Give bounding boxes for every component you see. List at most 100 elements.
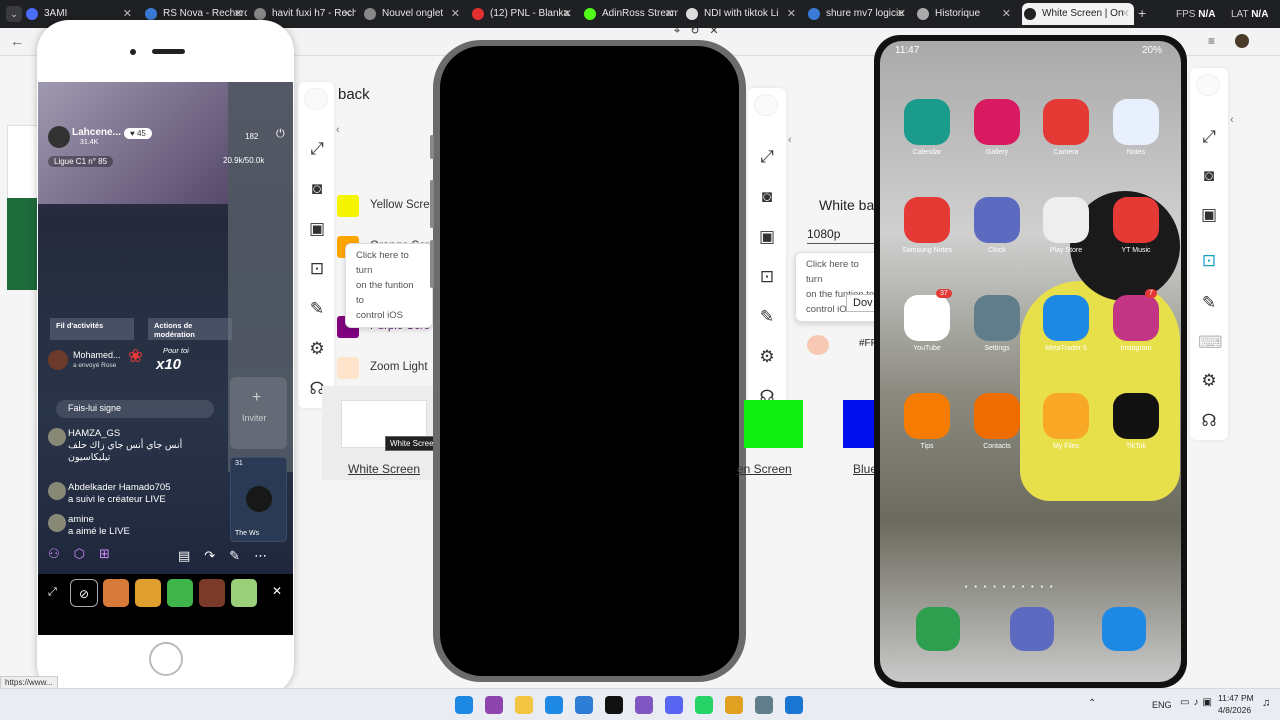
taskbar-app-icon[interactable] (575, 696, 593, 714)
tab-close-icon[interactable]: ✕ (1121, 3, 1130, 25)
taskbar-app-icon[interactable] (545, 696, 563, 714)
effect-thumb[interactable] (135, 579, 161, 607)
app-icon[interactable] (974, 99, 1020, 145)
tray-time[interactable]: 11:47 PM (1218, 693, 1254, 703)
hearts-badge[interactable]: ♥ 45 (124, 128, 152, 139)
profile-avatar[interactable] (1235, 34, 1249, 48)
video-camera-icon[interactable]: ▣ (756, 226, 778, 248)
dock-app-icon[interactable] (1102, 607, 1146, 651)
app-icon[interactable] (974, 197, 1020, 243)
white-screen-link[interactable]: White Screen (348, 462, 420, 476)
app-icon[interactable] (1043, 99, 1089, 145)
tab-close-icon[interactable]: ✕ (665, 3, 674, 25)
taskbar-app-icon[interactable] (755, 696, 773, 714)
resolution-select[interactable]: 1080p (807, 227, 877, 244)
app-icon[interactable] (904, 99, 950, 145)
cam-tile[interactable]: 31 The Ws (230, 457, 287, 542)
browser-tab[interactable]: White Screen | On ✕ (1022, 3, 1134, 25)
collapse-chevron-icon[interactable]: ‹ (1230, 114, 1234, 126)
browser-tab[interactable]: Historique ✕ (915, 3, 1015, 25)
back-arrow-icon[interactable]: ← (10, 33, 24, 49)
tray-date[interactable]: 4/8/2026 (1218, 705, 1251, 715)
invite-tile[interactable]: + Inviter (230, 377, 287, 449)
app-icon[interactable] (1043, 393, 1089, 439)
video-camera-icon[interactable]: ▣ (1198, 204, 1220, 226)
host-avatar[interactable] (48, 126, 70, 148)
collapse-chevron-icon[interactable]: ‹ (788, 134, 792, 146)
tab-close-icon[interactable]: ✕ (787, 3, 796, 25)
app-icon[interactable] (904, 295, 950, 341)
camera-icon[interactable]: ◙ (756, 186, 778, 208)
app-icon[interactable] (1113, 99, 1159, 145)
iphone-home-button[interactable] (149, 642, 183, 676)
extensions-icon[interactable]: ≡ (1208, 34, 1215, 48)
panel-activity[interactable]: Fil d'activités (50, 318, 134, 340)
green-screen-link[interactable]: en Screen (737, 462, 792, 476)
taskbar-app-icon[interactable] (725, 696, 743, 714)
brush-icon[interactable]: ✎ (1198, 292, 1220, 314)
tray-icons[interactable]: ▭♪▣ (1180, 697, 1216, 708)
brush-icon[interactable]: ✎ (306, 298, 328, 320)
browser-tab[interactable]: NDI with tiktok Li ✕ (684, 3, 800, 25)
gear-icon[interactable]: ⚙ (306, 338, 328, 360)
screen-cast-icon[interactable]: ⊡ (756, 266, 778, 288)
dock-app-icon[interactable] (916, 607, 960, 651)
taskbar-app-icon[interactable] (695, 696, 713, 714)
app-icon[interactable] (974, 295, 1020, 341)
no-effect-icon[interactable]: ⊘ (70, 579, 98, 607)
close-icon[interactable]: ✕ (272, 584, 282, 598)
app-icon[interactable] (1043, 295, 1089, 341)
browser-tab[interactable]: Nouvel onglet ✕ (362, 3, 464, 25)
tab-close-icon[interactable]: ✕ (897, 3, 906, 25)
tab-search-icon[interactable]: ⌄ (6, 6, 22, 22)
color-swatch[interactable] (337, 357, 359, 379)
tray-chevron-icon[interactable]: ⌃ (1088, 698, 1096, 709)
app-icon[interactable] (1113, 197, 1159, 243)
tab-close-icon[interactable]: ✕ (1002, 3, 1011, 25)
tab-close-icon[interactable]: ✕ (451, 3, 460, 25)
taskbar-app-icon[interactable] (515, 696, 533, 714)
effect-thumb[interactable] (199, 579, 225, 607)
tiktok-live-screen[interactable]: Lahcene... 31.4K ♥ 45 182 ⏻ Ligue C1 n° … (38, 82, 293, 635)
tray-lang[interactable]: ENG (1152, 700, 1172, 710)
video-camera-icon[interactable]: ▣ (306, 218, 328, 240)
panel-moderation[interactable]: Actions de modération (148, 318, 232, 340)
effect-thumb[interactable] (167, 579, 193, 607)
effect-thumb[interactable] (103, 579, 129, 607)
notification-icon[interactable]: ♫ (1262, 697, 1270, 709)
browser-tab[interactable]: (12) PNL - Blanka ✕ (470, 3, 576, 25)
wave-button[interactable]: Fais-lui signe (56, 400, 214, 418)
fullscreen-icon[interactable]: ⤢ (1198, 126, 1220, 148)
keyboard-icon[interactable]: ⌨ (1198, 332, 1223, 354)
headset-icon[interactable]: ☊ (1198, 410, 1220, 432)
screen-cast-icon[interactable]: ⊡ (306, 258, 328, 280)
screen-cast-icon[interactable]: ⊡ (1198, 250, 1220, 272)
browser-tab[interactable]: shure mv7 logicie ✕ (806, 3, 910, 25)
taskbar-app-icon[interactable] (635, 696, 653, 714)
color-option-label[interactable]: Zoom Light (370, 361, 428, 373)
taskbar-app-icon[interactable] (785, 696, 803, 714)
app-icon[interactable] (1113, 295, 1159, 341)
tab-close-icon[interactable]: ✕ (563, 3, 572, 25)
brush-icon[interactable]: ✎ (756, 306, 778, 328)
app-icon[interactable] (904, 197, 950, 243)
app-icon[interactable] (904, 393, 950, 439)
fullscreen-icon[interactable]: ⤢ (306, 138, 328, 160)
fullscreen-icon[interactable]: ⤢ (756, 146, 778, 168)
close-icon[interactable]: ⏻ (276, 128, 285, 141)
new-tab-button[interactable]: + (1138, 5, 1146, 21)
browser-tab[interactable]: AdinRoss Stream ✕ (582, 3, 678, 25)
camera-icon[interactable]: ◙ (1198, 165, 1220, 187)
black-phone-screen[interactable] (440, 46, 739, 676)
app-icon[interactable] (1113, 393, 1159, 439)
taskbar-app-icon[interactable] (665, 696, 683, 714)
effect-thumb[interactable] (231, 579, 257, 607)
palette-icon[interactable] (807, 335, 829, 355)
camera-icon[interactable]: ◙ (306, 178, 328, 200)
expand-icon[interactable]: ⤢ (48, 586, 57, 599)
color-swatch[interactable] (337, 195, 359, 217)
color-option-label[interactable]: Yellow Scre (370, 199, 430, 211)
gear-icon[interactable]: ⚙ (1198, 370, 1220, 392)
collapse-chevron-icon[interactable]: ‹ (336, 124, 340, 136)
android-screen[interactable]: 11:47 20% Calendar Gallery Camera Notes Sams… (880, 41, 1181, 682)
